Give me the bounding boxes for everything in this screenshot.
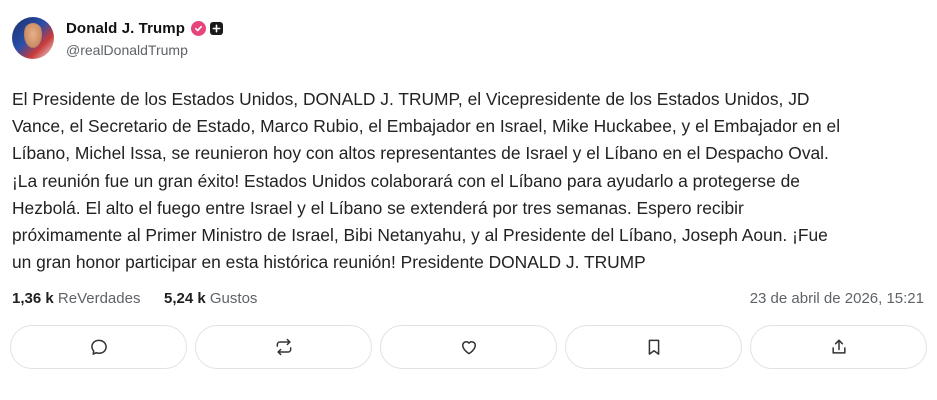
verified-badge-icon [191, 21, 207, 36]
share-button[interactable] [750, 325, 927, 369]
reposts-count: 1,36 k [12, 290, 54, 307]
like-icon [461, 341, 476, 355]
action-bar [10, 325, 927, 369]
reply-icon [90, 339, 107, 355]
avatar[interactable] [12, 17, 54, 59]
bookmark-button[interactable] [565, 325, 742, 369]
reply-button[interactable] [10, 325, 187, 369]
handle[interactable]: @realDonaldTrump [66, 42, 223, 58]
post-text: El Presidente de los Estados Unidos, DON… [12, 89, 841, 273]
timestamp[interactable]: 23 de abril de 2026, 15:21 [750, 290, 924, 307]
share-icon [831, 339, 846, 354]
like-button[interactable] [380, 325, 557, 369]
plus-icon [210, 22, 224, 35]
post-header: Donald J. Trump @realDonaldTrump [12, 14, 224, 62]
likes-stat[interactable]: 5,24 k Gustos [164, 290, 257, 307]
bookmark-icon [648, 339, 659, 355]
author-info: Donald J. Trump @realDonaldTrump [66, 19, 224, 58]
post-stats: 1,36 k ReVerdades 5,24 k Gustos 23 de ab… [12, 290, 924, 310]
likes-count: 5,24 k [164, 290, 206, 307]
reposts-stat[interactable]: 1,36 k ReVerdades [12, 290, 140, 307]
repost-icon [276, 338, 291, 356]
display-name[interactable]: Donald J. Trump [66, 20, 185, 37]
likes-label: Gustos [209, 290, 258, 307]
repost-button[interactable] [195, 325, 372, 369]
reposts-label: ReVerdades [57, 290, 141, 307]
name-row: Donald J. Trump [66, 19, 224, 39]
